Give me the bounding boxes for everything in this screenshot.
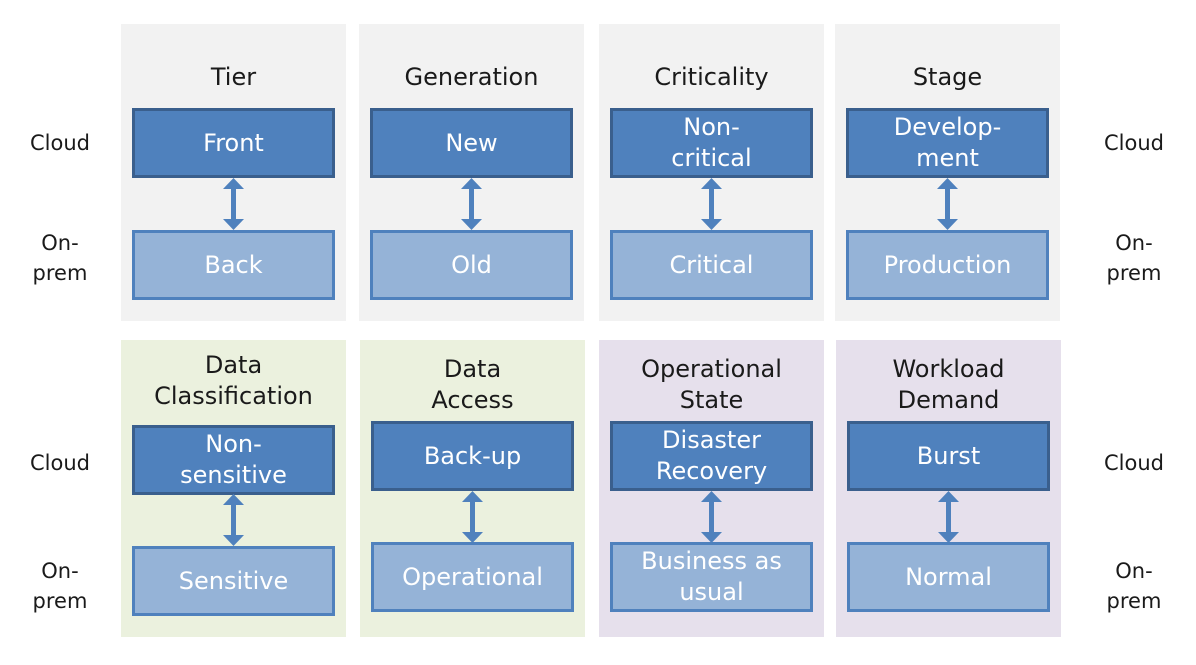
bidirectional-arrow-icon [223,178,244,230]
bidirectional-arrow-icon [462,491,483,543]
panel-title: Criticality [654,63,769,91]
panel-title: Stage [912,63,983,91]
onprem-label-top-right: On- prem [1106,231,1162,285]
cloud-option-box: Disaster Recovery [610,421,813,491]
panel-operational-state: Operational State Disaster Recovery Busin… [599,340,824,637]
bidirectional-arrow-icon [461,178,482,230]
onprem-label-bottom-right: On- prem [1106,559,1162,613]
onprem-option-box: Critical [610,230,813,300]
panel-workload-demand: Workload Demand Burst Normal [836,340,1061,637]
onprem-option-box: Operational [371,542,574,612]
cloud-label-top-left: Cloud [30,131,90,155]
panel-title: Operational State [641,355,782,414]
cloud-option-box: Non- critical [610,108,813,178]
cloud-option-box: Develop- ment [846,108,1049,178]
panel-generation: Generation New Old [359,24,584,321]
cloud-option-box: Back-up [371,421,574,491]
cloud-option-box: Non- sensitive [132,425,335,495]
onprem-option-box: Sensitive [132,546,335,616]
bidirectional-arrow-icon [223,494,244,546]
cloud-option-box: New [370,108,573,178]
bidirectional-arrow-icon [701,491,722,543]
panel-title: Tier [210,63,257,91]
bidirectional-arrow-icon [937,178,958,230]
cloud-label-bottom-right: Cloud [1104,451,1164,475]
panel-data-access: Data Access Back-up Operational [360,340,585,637]
bidirectional-arrow-icon [938,491,959,543]
onprem-option-box: Business as usual [610,542,813,612]
panel-stage: Stage Develop- ment Production [835,24,1060,321]
cloud-label-top-right: Cloud [1104,131,1164,155]
cloud-label-bottom-left: Cloud [30,451,90,475]
panel-data-classification: Data Classification Non- sensitive Sensit… [121,340,346,637]
panel-title: Workload Demand [892,355,1005,414]
onprem-option-box: Old [370,230,573,300]
cloud-option-box: Front [132,108,335,178]
bidirectional-arrow-icon [701,178,722,230]
panel-title: Data Access [431,355,514,414]
onprem-label-bottom-left: On- prem [32,559,88,613]
panel-criticality: Criticality Non- critical Critical [599,24,824,321]
panel-tier: Tier Front Back [121,24,346,321]
panel-title: Generation [404,63,539,91]
cloud-option-box: Burst [847,421,1050,491]
onprem-option-box: Back [132,230,335,300]
onprem-option-box: Normal [847,542,1050,612]
panel-title: Data Classification [154,351,313,410]
onprem-label-top-left: On- prem [32,231,88,285]
onprem-option-box: Production [846,230,1049,300]
